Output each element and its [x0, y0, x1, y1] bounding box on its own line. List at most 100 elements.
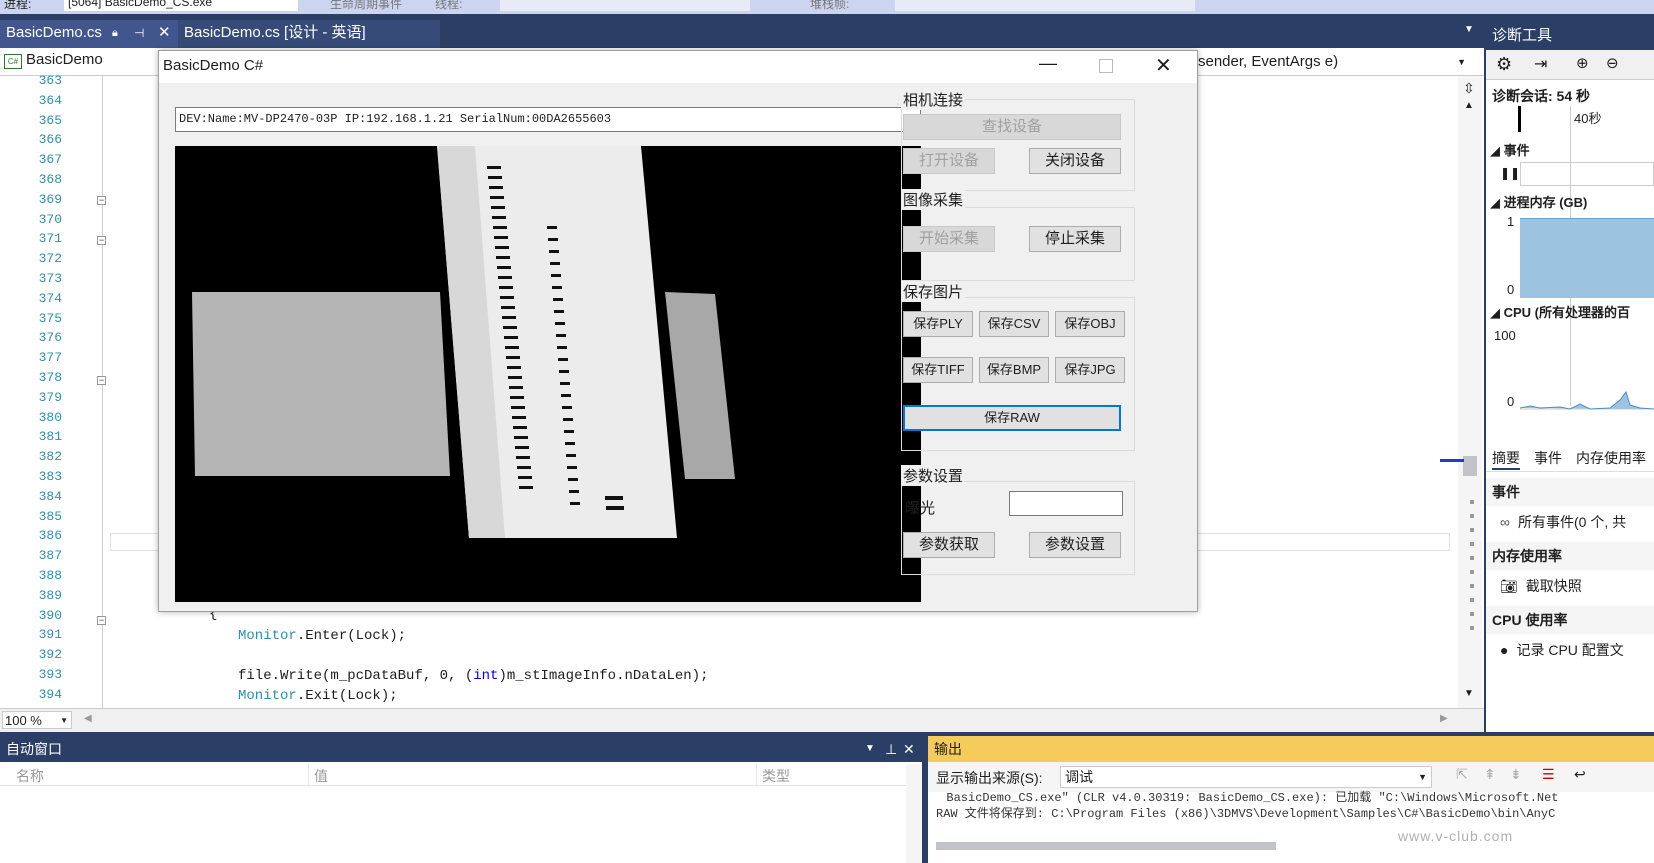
line-number: 391: [38, 627, 62, 643]
get-param-button[interactable]: 参数获取: [903, 532, 995, 558]
editor-tab-strip: BasicDemo.cs 🔒︎ ⊣ ✕ BasicDemo.cs [设计 - 英…: [0, 14, 1484, 48]
line-number: 380: [38, 409, 62, 425]
scroll-right-icon[interactable]: ▶: [1440, 713, 1448, 724]
fold-toggle[interactable]: −: [97, 196, 106, 205]
maximize-icon[interactable]: [1099, 59, 1113, 73]
line-number: 374: [38, 290, 62, 306]
pause-icon[interactable]: ❚❚: [1500, 166, 1520, 180]
next-message-icon[interactable]: ⇟: [1510, 766, 1522, 783]
stop-grab-button[interactable]: 停止采集: [1029, 226, 1121, 252]
line-number: 387: [38, 548, 62, 564]
code-line-391: Monitor.Enter(Lock);: [238, 628, 406, 644]
col-name[interactable]: 名称: [16, 766, 44, 786]
memory-header: 进程内存 (GB): [1503, 195, 1588, 210]
all-events-link[interactable]: ∞ 所有事件(0 个, 共: [1500, 512, 1626, 532]
start-grab-button[interactable]: 开始采集: [903, 226, 995, 252]
open-device-button[interactable]: 打开设备: [903, 148, 995, 174]
code-token: int: [473, 668, 499, 684]
pin-icon[interactable]: ⊥: [885, 736, 897, 762]
timeline-cursor: [1518, 106, 1521, 132]
prev-message-icon[interactable]: ⇞: [1484, 766, 1496, 783]
record-cpu-button[interactable]: ● 记录 CPU 配置文: [1500, 640, 1624, 660]
tab-basicdemo-cs[interactable]: BasicDemo.cs 🔒︎ ⊣ ✕: [0, 20, 188, 48]
zoom-in-icon[interactable]: ⊕: [1576, 54, 1589, 72]
device-combobox[interactable]: DEV:Name:MV-DP2470-03P IP:192.168.1.21 S…: [175, 107, 921, 132]
events-section[interactable]: ◢ 事件: [1490, 140, 1530, 159]
save-raw-button[interactable]: 保存RAW: [903, 405, 1121, 431]
exposure-input[interactable]: [1009, 491, 1123, 516]
lifecycle-events[interactable]: 生命周期事件: [330, 0, 402, 12]
tab-summary[interactable]: 摘要: [1492, 448, 1520, 470]
line-number: 377: [38, 350, 62, 366]
memory-section[interactable]: ◢ 进程内存 (GB): [1490, 192, 1587, 211]
take-snapshot-button[interactable]: 📷︎ 截取快照: [1500, 576, 1582, 596]
find-device-button[interactable]: 查找设备: [903, 114, 1121, 140]
line-number: 393: [38, 667, 62, 682]
save-bmp-button[interactable]: 保存BMP: [979, 357, 1049, 383]
word-wrap-icon[interactable]: ↩: [1574, 766, 1586, 783]
col-type[interactable]: 类型: [762, 766, 790, 786]
save-obj-button[interactable]: 保存OBJ: [1055, 311, 1125, 337]
export-icon[interactable]: ⇥: [1534, 54, 1547, 74]
class-name: BasicDemo: [26, 51, 103, 68]
diag-toolbar: ⚙ ⇥ ⊕ ⊖: [1486, 50, 1654, 80]
splitter-grip[interactable]: [1470, 500, 1474, 640]
close-icon[interactable]: ✕: [1155, 53, 1172, 78]
thread-dropdown[interactable]: [500, 0, 750, 11]
line-number: 373: [38, 271, 62, 286]
save-tiff-button[interactable]: 保存TIFF: [903, 357, 973, 383]
cpu-section[interactable]: ◢ CPU (所有处理器的百: [1490, 302, 1630, 321]
stack-dropdown[interactable]: [895, 0, 1195, 11]
line-number: 371: [38, 231, 62, 247]
fold-toggle[interactable]: −: [97, 236, 106, 245]
chevron-down-icon[interactable]: ▼: [865, 736, 875, 762]
zoom-out-icon[interactable]: ⊖: [1606, 54, 1619, 72]
autos-scrollbar[interactable]: [906, 764, 922, 863]
save-jpg-button[interactable]: 保存JPG: [1055, 357, 1125, 383]
lock-icon: 🔒︎: [112, 27, 118, 39]
zoom-value: 100 %: [5, 713, 42, 728]
gear-icon[interactable]: ⚙: [1496, 54, 1512, 75]
diagnostic-tools-title: 诊断工具: [1486, 22, 1654, 50]
tab-events[interactable]: 事件: [1534, 448, 1562, 468]
process-dropdown[interactable]: [5064] BasicDemo_CS.exe: [64, 0, 298, 11]
line-number: 364: [38, 92, 62, 108]
scroll-thumb[interactable]: [1463, 456, 1477, 476]
close-icon[interactable]: ✕: [903, 736, 915, 762]
class-dropdown[interactable]: C# BasicDemo: [4, 51, 154, 71]
memory-summary-header: 内存使用率: [1486, 542, 1654, 570]
watermark: www.v-club.com: [1398, 828, 1514, 844]
clear-all-icon[interactable]: ☰: [1542, 766, 1555, 783]
fold-toggle[interactable]: −: [97, 616, 106, 625]
set-param-button[interactable]: 参数设置: [1029, 532, 1121, 558]
pin-icon[interactable]: ⊣: [134, 20, 144, 46]
scroll-up-icon[interactable]: ▲: [1464, 100, 1474, 111]
scroll-down-icon[interactable]: ▼: [1464, 688, 1474, 699]
member-dropdown[interactable]: sender, EventArgs e) ▼: [1198, 51, 1468, 73]
output-hscroll-thumb[interactable]: [936, 842, 1276, 850]
line-number: 378: [38, 370, 62, 385]
close-icon[interactable]: ✕: [158, 20, 171, 46]
output-source-value: 调试: [1065, 769, 1093, 785]
zoom-dropdown[interactable]: 100 % ▼: [2, 711, 72, 729]
cpu-graph: [1520, 390, 1654, 410]
tab-designer[interactable]: BasicDemo.cs [设计 - 英语]: [178, 20, 440, 48]
output-source-dropdown[interactable]: 调试 ▼: [1060, 766, 1432, 788]
split-icon[interactable]: ⇳: [1463, 80, 1475, 97]
close-device-button[interactable]: 关闭设备: [1029, 148, 1121, 174]
col-value[interactable]: 值: [314, 766, 328, 786]
image-capture-label: 图像采集: [901, 189, 966, 210]
tab-memory-usage[interactable]: 内存使用率: [1576, 448, 1646, 468]
save-ply-button[interactable]: 保存PLY: [903, 311, 973, 337]
fold-toggle[interactable]: −: [97, 376, 106, 385]
memory-graph: [1520, 218, 1654, 298]
panel-splitter[interactable]: [924, 736, 928, 863]
chevron-down-icon[interactable]: ▼: [1464, 24, 1474, 35]
scroll-left-icon[interactable]: ◀: [84, 713, 92, 724]
line-number: 386: [38, 528, 62, 544]
minimize-icon[interactable]: —: [1039, 53, 1057, 74]
record-cpu-label: 记录 CPU 配置文: [1516, 642, 1624, 658]
goto-message-icon[interactable]: ⇱: [1456, 766, 1468, 783]
save-csv-button[interactable]: 保存CSV: [979, 311, 1049, 337]
events-header: 事件: [1503, 143, 1530, 158]
